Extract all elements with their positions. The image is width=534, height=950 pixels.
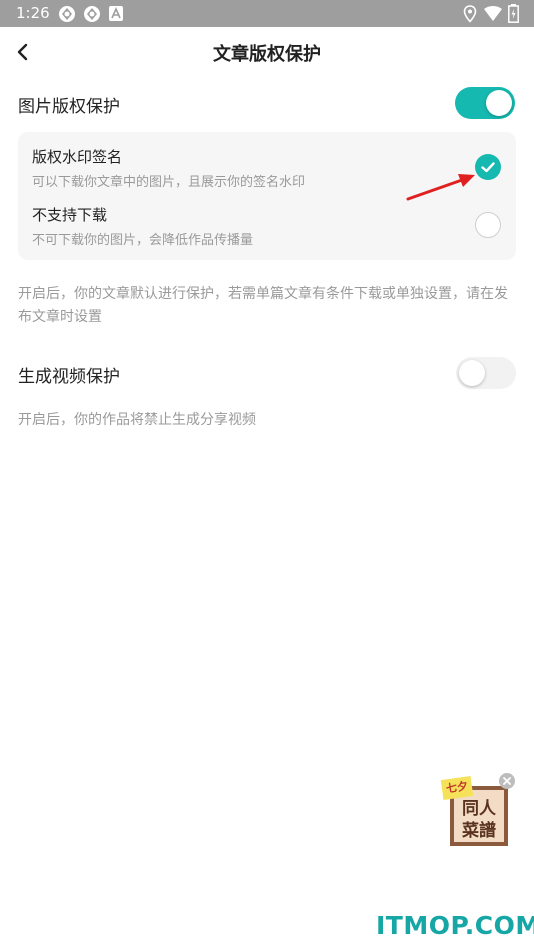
- image-protection-label: 图片版权保护: [18, 97, 120, 117]
- status-time: 1:26: [16, 4, 50, 22]
- status-bar: 1:26: [0, 0, 534, 27]
- video-protection-note: 开启后，你的作品将禁止生成分享视频: [18, 412, 256, 428]
- option-description: 可以下载你文章中的图片，且展示你的签名水印: [32, 175, 306, 190]
- app-notification-icon-2: [84, 6, 100, 22]
- location-icon: [463, 5, 477, 23]
- option-title: 不支持下载: [32, 206, 108, 224]
- image-protection-note: 开启后，你的文章默认进行保护，若需单篇文章有条件下载或单独设置，请在发布文章时设…: [18, 286, 508, 325]
- video-protection-toggle[interactable]: [456, 357, 516, 389]
- battery-icon: [508, 4, 519, 23]
- font-notification-icon: [109, 6, 123, 21]
- red-arrow-annotation: [406, 174, 475, 201]
- video-protection-label: 生成视频保护: [18, 367, 120, 387]
- floating-ad[interactable]: 七夕 同人 菜譜: [440, 772, 518, 850]
- ad-title-line2: 菜譜: [462, 821, 496, 841]
- app-notification-icon: [59, 6, 75, 22]
- ad-close-button[interactable]: [498, 772, 516, 790]
- option-description: 不可下载你的图片，会降低作品传播量: [32, 233, 254, 248]
- image-protection-toggle[interactable]: [455, 87, 515, 119]
- page-title: 文章版权保护: [213, 44, 321, 65]
- option-title: 版权水印签名: [32, 148, 123, 166]
- site-watermark: ITMOP.COM: [376, 911, 534, 940]
- toggle-knob: [486, 90, 512, 116]
- radio-unselected[interactable]: [475, 212, 501, 238]
- nav-bar: 文章版权保护: [0, 27, 534, 77]
- wifi-icon: [484, 6, 502, 21]
- toggle-knob: [459, 360, 485, 386]
